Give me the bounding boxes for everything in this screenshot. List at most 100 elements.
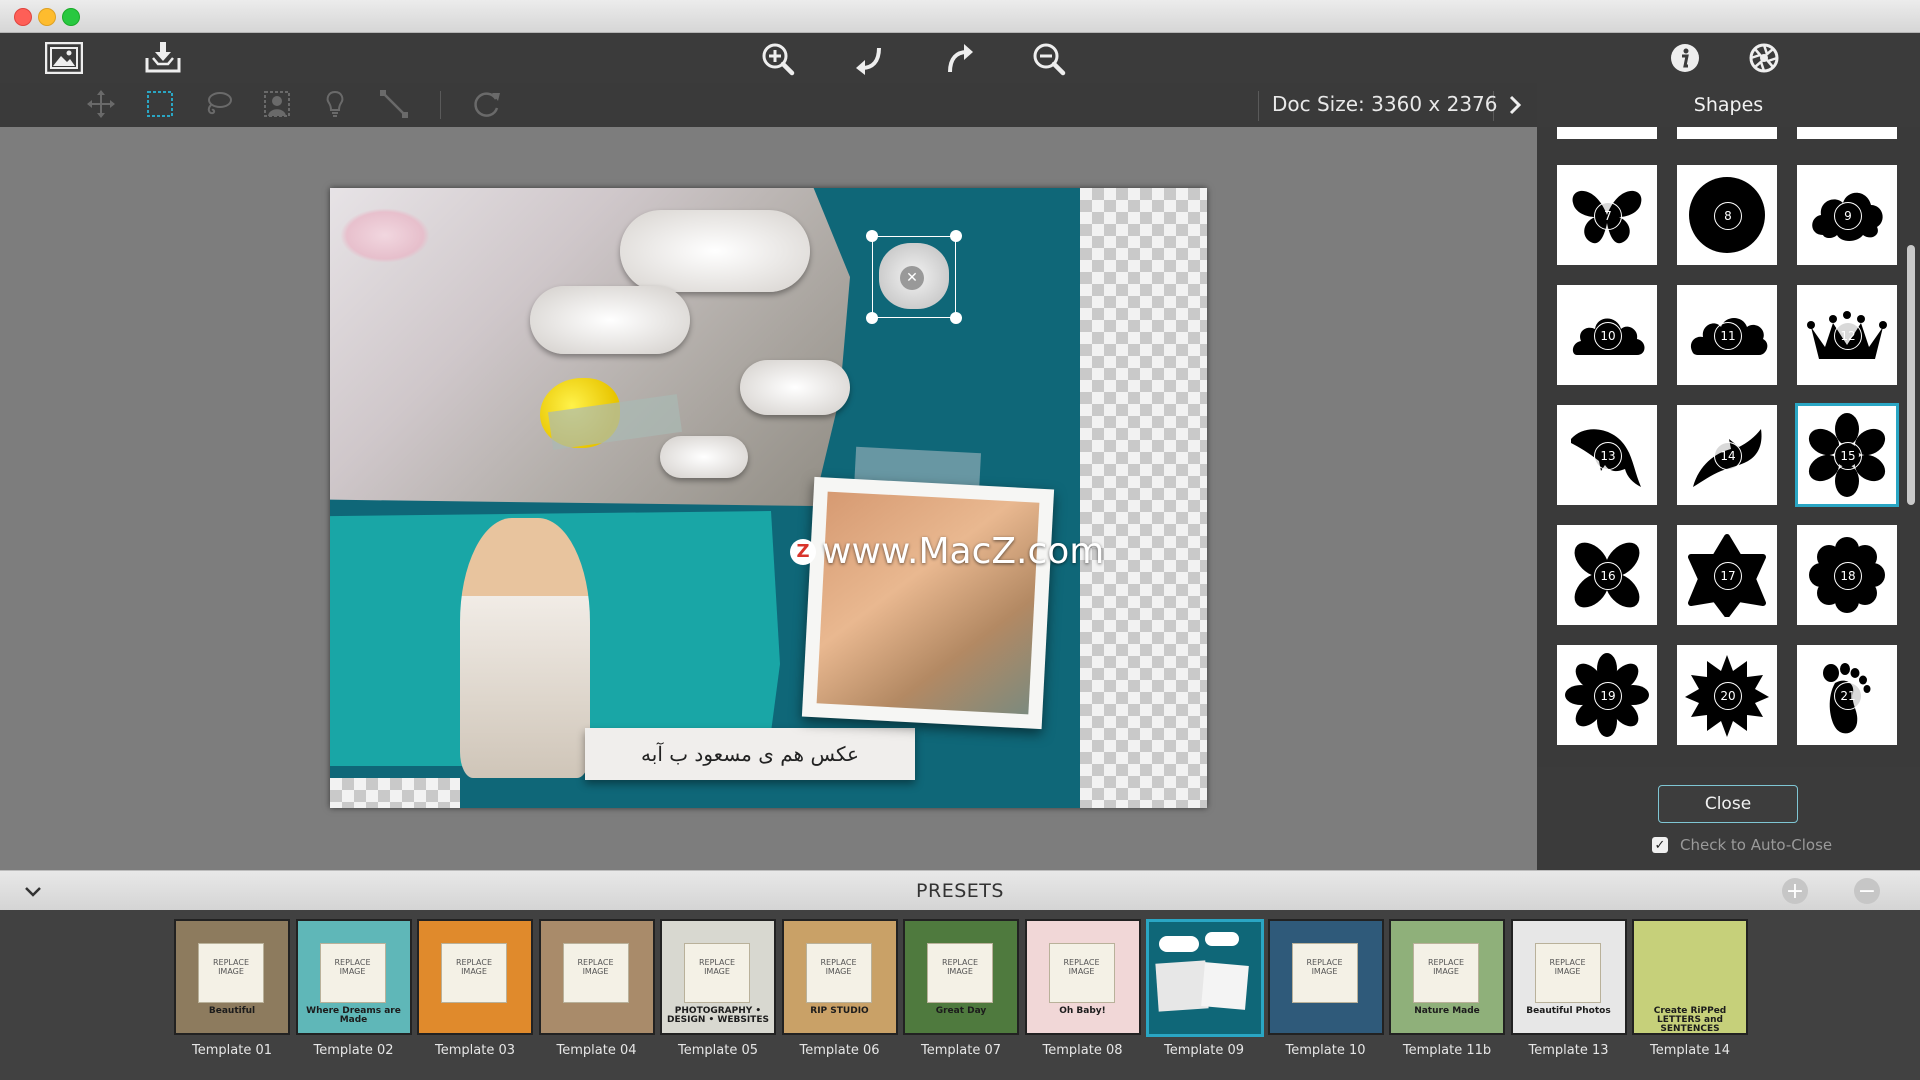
image-open-icon[interactable]	[44, 41, 84, 75]
minimize-window-button[interactable]	[38, 8, 56, 26]
shape-tile-flower-pointed[interactable]: 17	[1677, 525, 1777, 625]
close-button[interactable]: Close	[1658, 785, 1798, 823]
move-tool-icon[interactable]	[84, 87, 118, 121]
preset-label: Template 06	[799, 1043, 880, 1058]
preset-thumbnail[interactable]: REPLACE IMAGE	[417, 919, 533, 1035]
redo-icon[interactable]	[942, 41, 978, 77]
shape-tile-flower-round[interactable]: 18	[1797, 525, 1897, 625]
preset-thumbnail[interactable]: REPLACE IMAGE Beautiful	[174, 919, 290, 1035]
zoom-window-button[interactable]	[62, 8, 80, 26]
add-preset-icon[interactable]: +	[1782, 878, 1808, 904]
zoom-out-icon[interactable]	[1031, 41, 1067, 77]
shape-tile-cloud-wide[interactable]: 11	[1677, 285, 1777, 385]
shapes-scrollbar-thumb[interactable]	[1907, 245, 1915, 505]
shape-tile-flower-8[interactable]: 19	[1557, 645, 1657, 745]
preset-thumbnail[interactable]: Create RiPPed LETTERS and SENTENCES	[1632, 919, 1748, 1035]
selection-box[interactable]: ✕	[866, 230, 962, 324]
chevron-right-icon[interactable]	[1498, 88, 1532, 122]
preset-thumbnail[interactable]: REPLACE IMAGE Nature Made	[1389, 919, 1505, 1035]
brush-bulb-tool-icon[interactable]	[318, 87, 352, 121]
transparent-area-bottom	[330, 778, 460, 808]
shape-tile-foot[interactable]: 21	[1797, 645, 1897, 745]
auto-close-checkbox[interactable]: ✓	[1652, 837, 1668, 853]
preset-card-text: REPLACE IMAGE	[698, 958, 736, 976]
child-photo-frame[interactable]	[801, 476, 1055, 730]
preset-label: Template 10	[1285, 1043, 1366, 1058]
shape-tile-cloud[interactable]: 9	[1797, 165, 1897, 265]
preset-word: Beautiful Photos	[1526, 1006, 1611, 1016]
shape-tile-dolphin[interactable]: 13	[1557, 405, 1657, 505]
caption-strip[interactable]: عکس هم ی مسعود ب آبه	[585, 728, 915, 780]
cloud-sticker	[530, 286, 690, 354]
resize-handle[interactable]	[866, 312, 878, 324]
doc-size-label: Doc Size: 3360 x 2376	[1272, 92, 1498, 116]
shape-tile-butterfly[interactable]: 7	[1557, 165, 1657, 265]
shape-tile-flower-burst[interactable]: 20	[1677, 645, 1777, 745]
preset-card-text: REPLACE IMAGE	[1427, 958, 1465, 976]
preset-word: Where Dreams are Made	[306, 1006, 401, 1025]
info-icon[interactable]	[1669, 42, 1701, 74]
shape-tile-flower-6[interactable]: 15	[1795, 403, 1899, 507]
shape-number-badge: 12	[1834, 322, 1862, 350]
preset-label: Template 08	[1042, 1043, 1123, 1058]
rotate-tool-icon[interactable]	[470, 87, 504, 121]
shape-number-badge: 7	[1594, 202, 1622, 230]
preset-label: Template 13	[1528, 1043, 1609, 1058]
shape-tile-flower-4[interactable]: 16	[1557, 525, 1657, 625]
preset-word: RIP STUDIO	[810, 1006, 869, 1016]
rect-select-tool-icon[interactable]	[143, 87, 177, 121]
zoom-in-icon[interactable]	[760, 41, 796, 77]
preset-thumbnail[interactable]: REPLACE IMAGE Where Dreams are Made	[295, 919, 412, 1035]
auto-close-label: Check to Auto-Close	[1680, 836, 1833, 854]
save-tray-icon[interactable]	[143, 39, 183, 75]
person-select-tool-icon[interactable]	[260, 87, 294, 121]
preset-card: REPLACE IMAGE	[562, 943, 629, 1003]
lasso-tool-icon[interactable]	[201, 87, 235, 121]
shape-tile-partial[interactable]	[1677, 127, 1777, 139]
watermark-logo-icon: Z	[790, 538, 816, 565]
resize-handle[interactable]	[950, 230, 962, 242]
preset-label: Template 02	[313, 1043, 394, 1058]
undo-icon[interactable]	[851, 41, 887, 77]
shapes-panel-title: Shapes	[1693, 94, 1764, 116]
shape-number-badge: 18	[1834, 562, 1862, 590]
preset-label: Template 03	[435, 1043, 515, 1058]
design-canvas[interactable]: عکس هم ی مسعود ب آبه ✕ Z www.MacZ.com	[330, 188, 1207, 808]
preset-card: REPLACE IMAGE	[198, 943, 264, 1003]
preset-thumbnail[interactable]: REPLACE IMAGE Oh Baby!	[1024, 919, 1141, 1035]
preset-thumbnail[interactable]: REPLACE IMAGE Great Day	[903, 919, 1019, 1035]
preset-card-text: REPLACE IMAGE	[941, 958, 979, 976]
preset-thumbnail[interactable]: REPLACE IMAGE RIP STUDIO	[781, 919, 898, 1035]
preset-label: Template 07	[921, 1043, 1001, 1058]
watermark: Z www.MacZ.com	[790, 531, 1104, 572]
resize-handle[interactable]	[866, 230, 878, 242]
preset-label: Template 05	[678, 1043, 758, 1058]
shape-tile-partial[interactable]	[1557, 127, 1657, 139]
shape-tile-dolphin-jump[interactable]: 14	[1677, 405, 1777, 505]
shapes-panel-header: Shapes	[1537, 83, 1920, 128]
shape-tile-cloud-flat[interactable]: 10	[1557, 285, 1657, 385]
cloud-sticker	[660, 436, 748, 478]
shape-tile-circle[interactable]: 8	[1677, 165, 1777, 265]
preset-thumbnail[interactable]: REPLACE IMAGE	[538, 919, 655, 1035]
line-tool-icon[interactable]	[377, 87, 411, 121]
settings-aperture-icon[interactable]	[1748, 42, 1780, 74]
preset-word: Oh Baby!	[1059, 1006, 1106, 1016]
preset-card-text: REPLACE IMAGE	[1306, 958, 1343, 976]
preset-thumbnail[interactable]: REPLACE IMAGE PHOTOGRAPHY • DESIGN • WEBS…	[660, 919, 776, 1035]
shape-tile-partial[interactable]	[1797, 127, 1897, 139]
remove-preset-icon[interactable]: −	[1854, 878, 1880, 904]
preset-thumbnail[interactable]	[1146, 919, 1264, 1037]
resize-handle[interactable]	[950, 312, 962, 324]
preset-card: REPLACE IMAGE	[1291, 943, 1358, 1003]
child-photo	[816, 491, 1040, 715]
shape-tile-crown[interactable]: 12	[1797, 285, 1897, 385]
close-window-button[interactable]	[14, 8, 32, 26]
preset-thumbnail[interactable]: REPLACE IMAGE	[1267, 919, 1384, 1035]
preset-thumbnail[interactable]: REPLACE IMAGE Beautiful Photos	[1510, 919, 1627, 1035]
preset-word: Great Day	[935, 1006, 987, 1016]
cloud-sticker	[740, 360, 850, 415]
delete-selection-icon[interactable]: ✕	[900, 266, 924, 290]
doc-size-divider-left	[1258, 91, 1259, 121]
shape-number-badge: 9	[1834, 202, 1862, 230]
